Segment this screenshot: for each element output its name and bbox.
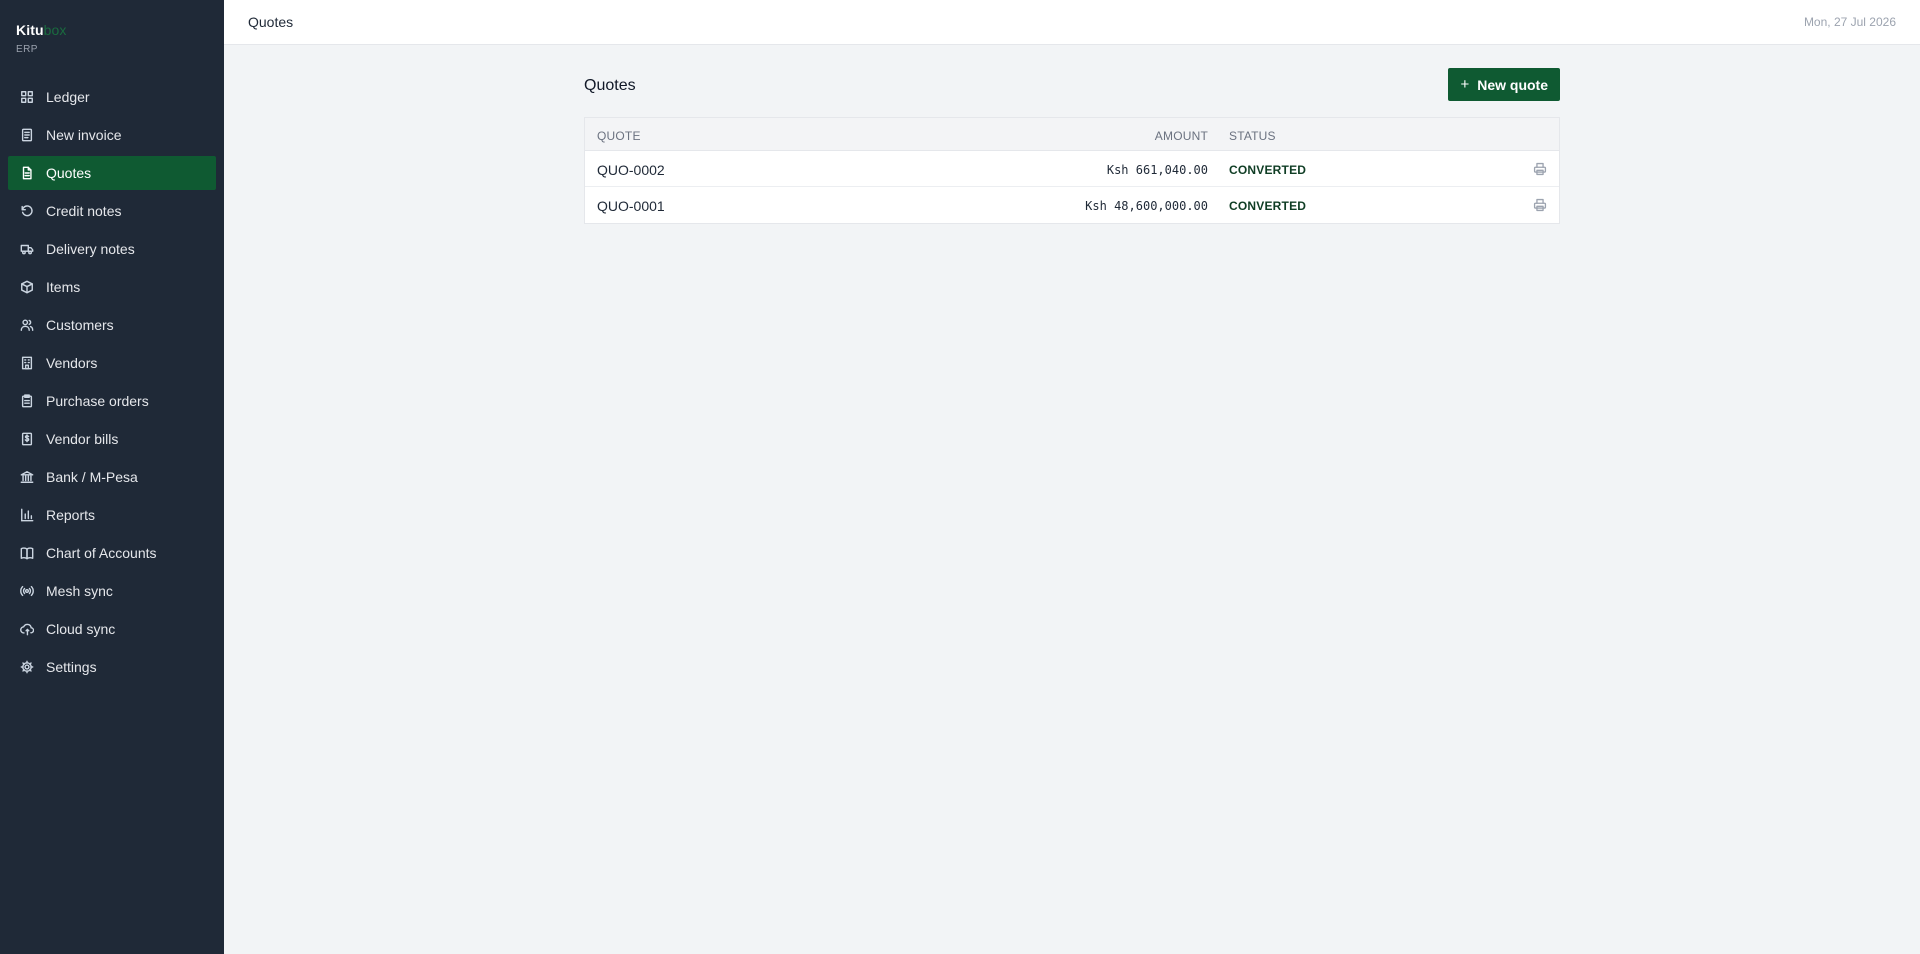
table-row[interactable]: QUO-0002 Ksh 661,040.00 CONVERTED (585, 151, 1559, 187)
sidebar-item-label: New invoice (46, 127, 122, 143)
print-icon[interactable] (1533, 198, 1547, 212)
content-header: Quotes + New quote (584, 68, 1560, 102)
sidebar-item-label: Items (46, 279, 81, 295)
sidebar-item-new-invoice[interactable]: New invoice (8, 118, 216, 152)
column-header-status[interactable]: STATUS (1229, 129, 1276, 143)
truck-icon (20, 242, 34, 256)
brand-name-part1: Kitu (16, 22, 44, 38)
new-quote-button[interactable]: + New quote (1448, 68, 1560, 101)
sidebar-item-cloud-sync[interactable]: Cloud sync (8, 612, 216, 646)
bar-chart-icon (20, 508, 34, 522)
sidebar-item-label: Credit notes (46, 203, 122, 219)
sidebar-item-label: Purchase orders (46, 393, 149, 409)
column-header-quote[interactable]: QUOTE (597, 129, 641, 143)
quote-number[interactable]: QUO-0001 (597, 198, 665, 214)
bank-icon (20, 470, 34, 484)
sidebar-item-label: Chart of Accounts (46, 545, 157, 561)
print-icon[interactable] (1533, 162, 1547, 176)
sidebar-item-label: Reports (46, 507, 96, 523)
quote-number[interactable]: QUO-0002 (597, 162, 665, 178)
sidebar-item-mesh-sync[interactable]: Mesh sync (8, 574, 216, 608)
page-title: Quotes (584, 77, 636, 94)
table-body: QUO-0002 Ksh 661,040.00 CONVERTED QUO-0001 K… (585, 151, 1559, 223)
sidebar-item-quotes[interactable]: Quotes (8, 156, 216, 190)
brand-name: Kitubox (16, 22, 67, 38)
sidebar-item-customers[interactable]: Customers (8, 308, 216, 342)
sidebar-item-ledger[interactable]: Ledger (8, 80, 216, 114)
status-badge: CONVERTED (1229, 199, 1307, 213)
sidebar-item-label: Cloud sync (46, 621, 116, 637)
quote-amount: Ksh 48,600,000.00 (1085, 199, 1208, 213)
building-icon (20, 356, 34, 370)
quote-amount: Ksh 661,040.00 (1106, 163, 1208, 177)
radio-icon (20, 584, 34, 598)
brand-logo[interactable]: Kitubox ERP (16, 22, 67, 55)
sidebar-item-vendor-bills[interactable]: Vendor bills (8, 422, 216, 456)
rotate-ccw-icon (20, 204, 34, 218)
sidebar-item-vendors[interactable]: Vendors (8, 346, 216, 380)
sidebar-item-label: Mesh sync (46, 583, 113, 599)
sidebar-item-label: Vendors (46, 355, 98, 371)
column-header-amount[interactable]: AMOUNT (1155, 129, 1208, 143)
table-row[interactable]: QUO-0001 Ksh 48,600,000.00 CONVERTED (585, 187, 1559, 223)
sidebar-item-label: Settings (46, 659, 97, 675)
topbar-date: Mon, 27 Jul 2026 (1803, 15, 1896, 29)
topbar: Quotes Mon, 27 Jul 2026 (224, 0, 1920, 45)
sidebar-item-label: Quotes (46, 165, 92, 181)
sidebar-item-delivery-notes[interactable]: Delivery notes (8, 232, 216, 266)
receipt-icon (20, 432, 34, 446)
sidebar-item-credit-notes[interactable]: Credit notes (8, 194, 216, 228)
package-icon (20, 280, 34, 294)
sidebar-item-reports[interactable]: Reports (8, 498, 216, 532)
file-text-icon (20, 166, 34, 180)
grid-icon (20, 90, 34, 104)
sidebar-item-settings[interactable]: Settings (8, 650, 216, 684)
sidebar-item-chart-of-accounts[interactable]: Chart of Accounts (8, 536, 216, 570)
new-quote-button-label: New quote (1477, 76, 1548, 93)
sidebar-item-label: Ledger (46, 89, 90, 105)
sidebar-item-label: Vendor bills (46, 431, 119, 447)
plus-icon: + (1460, 76, 1470, 93)
sidebar-item-bank-m-pesa[interactable]: Bank / M-Pesa (8, 460, 216, 494)
sidebar-item-purchase-orders[interactable]: Purchase orders (8, 384, 216, 418)
brand-subtitle: ERP (16, 44, 38, 55)
sidebar-item-label: Customers (46, 317, 114, 333)
topbar-title: Quotes (248, 14, 294, 30)
sidebar-item-label: Delivery notes (46, 241, 135, 257)
gear-icon (20, 660, 34, 674)
document-icon (20, 128, 34, 142)
sidebar-item-items[interactable]: Items (8, 270, 216, 304)
quotes-table: QUOTE AMOUNT STATUS QUO-0002 Ksh 661,040.… (584, 117, 1560, 224)
sidebar-item-label: Bank / M-Pesa (46, 469, 138, 485)
clipboard-icon (20, 394, 34, 408)
main-content: Quotes + New quote QUOTE AMOUNT STATUS Q… (584, 68, 1560, 224)
users-icon (20, 318, 34, 332)
brand-name-part2: box (43, 22, 67, 38)
sidebar-nav: Ledger New invoice Quotes Credit notes Deliv… (8, 80, 216, 688)
table-header: QUOTE AMOUNT STATUS (585, 118, 1559, 151)
book-icon (20, 546, 34, 560)
cloud-sync-icon (20, 622, 34, 636)
status-badge: CONVERTED (1229, 163, 1307, 177)
sidebar: Kitubox ERP Ledger New invoice Quotes Credi… (0, 0, 224, 954)
